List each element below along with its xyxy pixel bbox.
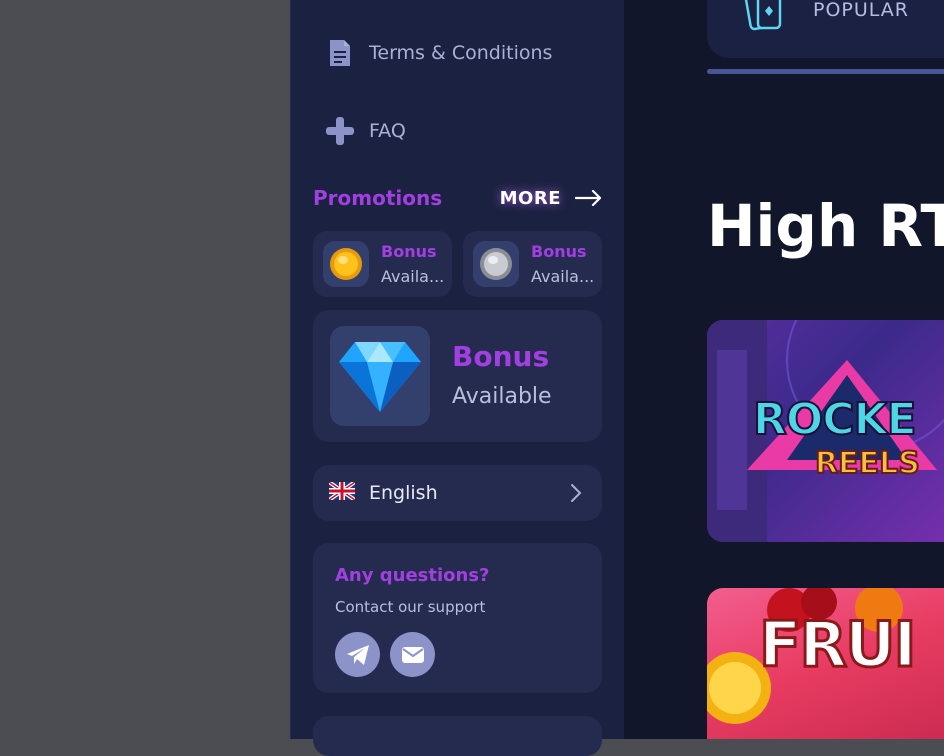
tab-popular-label: POPULAR: [813, 0, 909, 21]
nav-label-terms: Terms & Conditions: [369, 42, 553, 64]
tab-popular[interactable]: POPULAR: [707, 0, 944, 58]
promo-card-subtitle: Availa...: [531, 267, 595, 286]
plus-icon: [325, 116, 355, 146]
promotions-header: Promotions MORE: [313, 186, 603, 210]
nav-label-faq: FAQ: [369, 120, 406, 142]
support-card: Any questions? Contact our support: [313, 543, 602, 693]
sidebar-card: [313, 716, 602, 756]
game-logo-line1: ROCKE: [752, 393, 918, 446]
silver-coin-icon: [473, 241, 519, 287]
tab-indicator: [707, 69, 944, 74]
mail-button[interactable]: [390, 632, 435, 677]
game-tile-fruit-zen[interactable]: FRUI: [707, 588, 944, 739]
game-logo-line1: FRUI: [758, 607, 919, 683]
promo-card-title: Bonus: [531, 242, 587, 261]
promo-card-subtitle: Available: [452, 384, 552, 409]
backdrop-overlay[interactable]: [0, 0, 290, 739]
support-title: Any questions?: [335, 565, 490, 586]
promo-card-diamond[interactable]: Bonus Available: [313, 310, 602, 442]
language-label: English: [369, 482, 438, 504]
gold-coin-icon: [323, 241, 369, 287]
cards-icon: [744, 0, 790, 36]
nav-item-terms[interactable]: Terms & Conditions: [325, 38, 552, 68]
promo-card-title: Bonus: [452, 340, 550, 373]
game-tile-rocket-reels[interactable]: ROCKE REELS: [707, 320, 944, 542]
arrow-right-icon: [575, 190, 602, 206]
support-subtitle: Contact our support: [335, 598, 486, 616]
telegram-button[interactable]: [335, 632, 380, 677]
main-content: POPULAR High RT ROCKE REELS FRUI: [624, 0, 944, 739]
document-icon: [325, 38, 355, 68]
section-title: High RT: [707, 192, 944, 260]
chevron-right-icon: [570, 483, 582, 508]
more-label: MORE: [499, 187, 561, 209]
more-link[interactable]: MORE: [500, 188, 603, 209]
promo-card-silver[interactable]: Bonus Availa...: [463, 231, 602, 297]
promo-card-subtitle: Availa...: [381, 267, 445, 286]
sidebar-menu: Terms & Conditions FAQ Promotions MORE B…: [290, 0, 624, 756]
nav-item-faq[interactable]: FAQ: [325, 116, 406, 146]
game-logo-line2: REELS: [814, 445, 921, 482]
promo-card-title: Bonus: [381, 242, 437, 261]
diamond-icon: [330, 326, 430, 426]
uk-flag-icon: [327, 479, 357, 505]
language-selector[interactable]: English: [313, 465, 602, 521]
promo-card-gold[interactable]: Bonus Availa...: [313, 231, 452, 297]
telegram-icon: [346, 644, 369, 665]
mail-icon: [401, 646, 424, 663]
promotions-title: Promotions: [313, 186, 443, 210]
